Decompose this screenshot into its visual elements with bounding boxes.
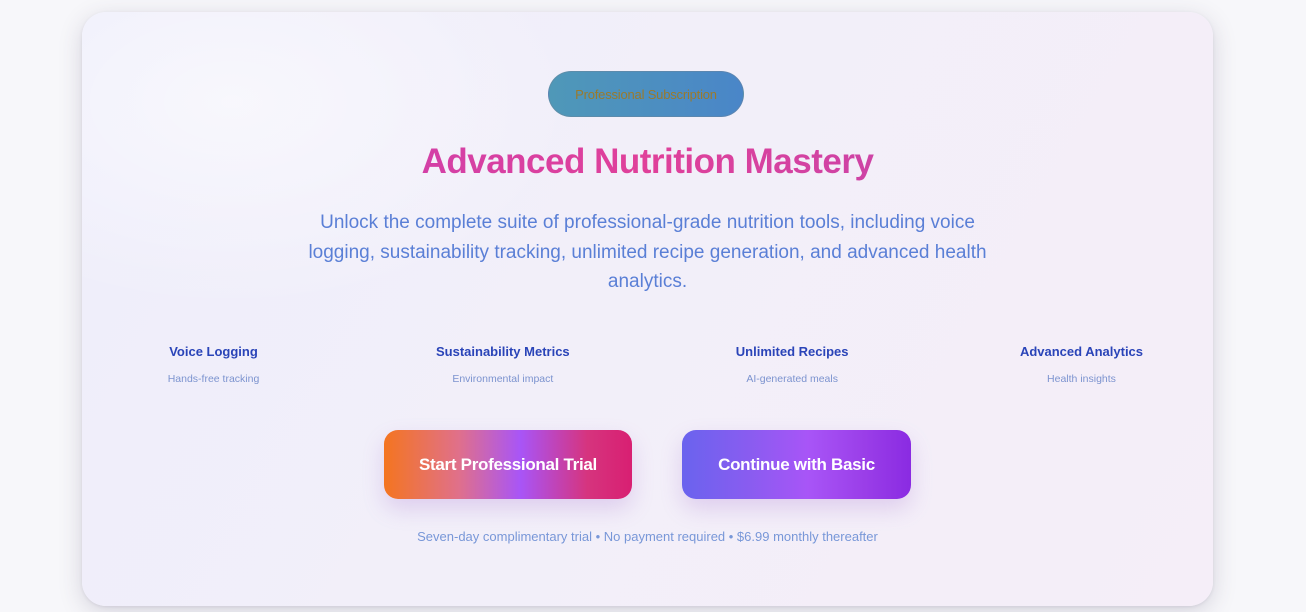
subscription-badge-label: Professional Subscription xyxy=(575,86,717,102)
feature-title: Unlimited Recipes xyxy=(735,344,849,359)
feature-list: Voice Logging Hands-free tracking Sustai… xyxy=(126,342,1169,385)
start-professional-trial-button[interactable]: Start Professional Trial xyxy=(384,430,632,499)
feature-sustainability-metrics: Sustainability Metrics Environmental imp… xyxy=(415,342,590,385)
continue-with-basic-button[interactable]: Continue with Basic xyxy=(682,430,911,499)
feature-title: Sustainability Metrics xyxy=(436,344,570,359)
subscription-badge: Professional Subscription xyxy=(548,71,744,117)
feature-voice-logging: Voice Logging Hands-free tracking xyxy=(126,342,301,385)
feature-advanced-analytics: Advanced Analytics Health insights xyxy=(994,342,1169,385)
feature-title: Voice Logging xyxy=(169,344,258,359)
feature-title: Advanced Analytics xyxy=(1019,344,1144,359)
page: Professional Subscription Advanced Nutri… xyxy=(0,0,1306,612)
feature-description: Hands-free tracking xyxy=(167,373,260,385)
page-subtitle: Unlock the complete suite of professiona… xyxy=(308,212,987,292)
feature-description: Environmental impact xyxy=(452,373,554,385)
page-title: Advanced Nutrition Mastery xyxy=(82,142,1213,182)
feature-unlimited-recipes: Unlimited Recipes AI-generated meals xyxy=(705,342,880,385)
feature-description: AI-generated meals xyxy=(746,373,838,385)
trial-terms-note: Seven-day complimentary trial • No payme… xyxy=(417,529,878,544)
feature-description: Health insights xyxy=(1047,373,1116,385)
subscription-card: Professional Subscription Advanced Nutri… xyxy=(82,12,1213,606)
